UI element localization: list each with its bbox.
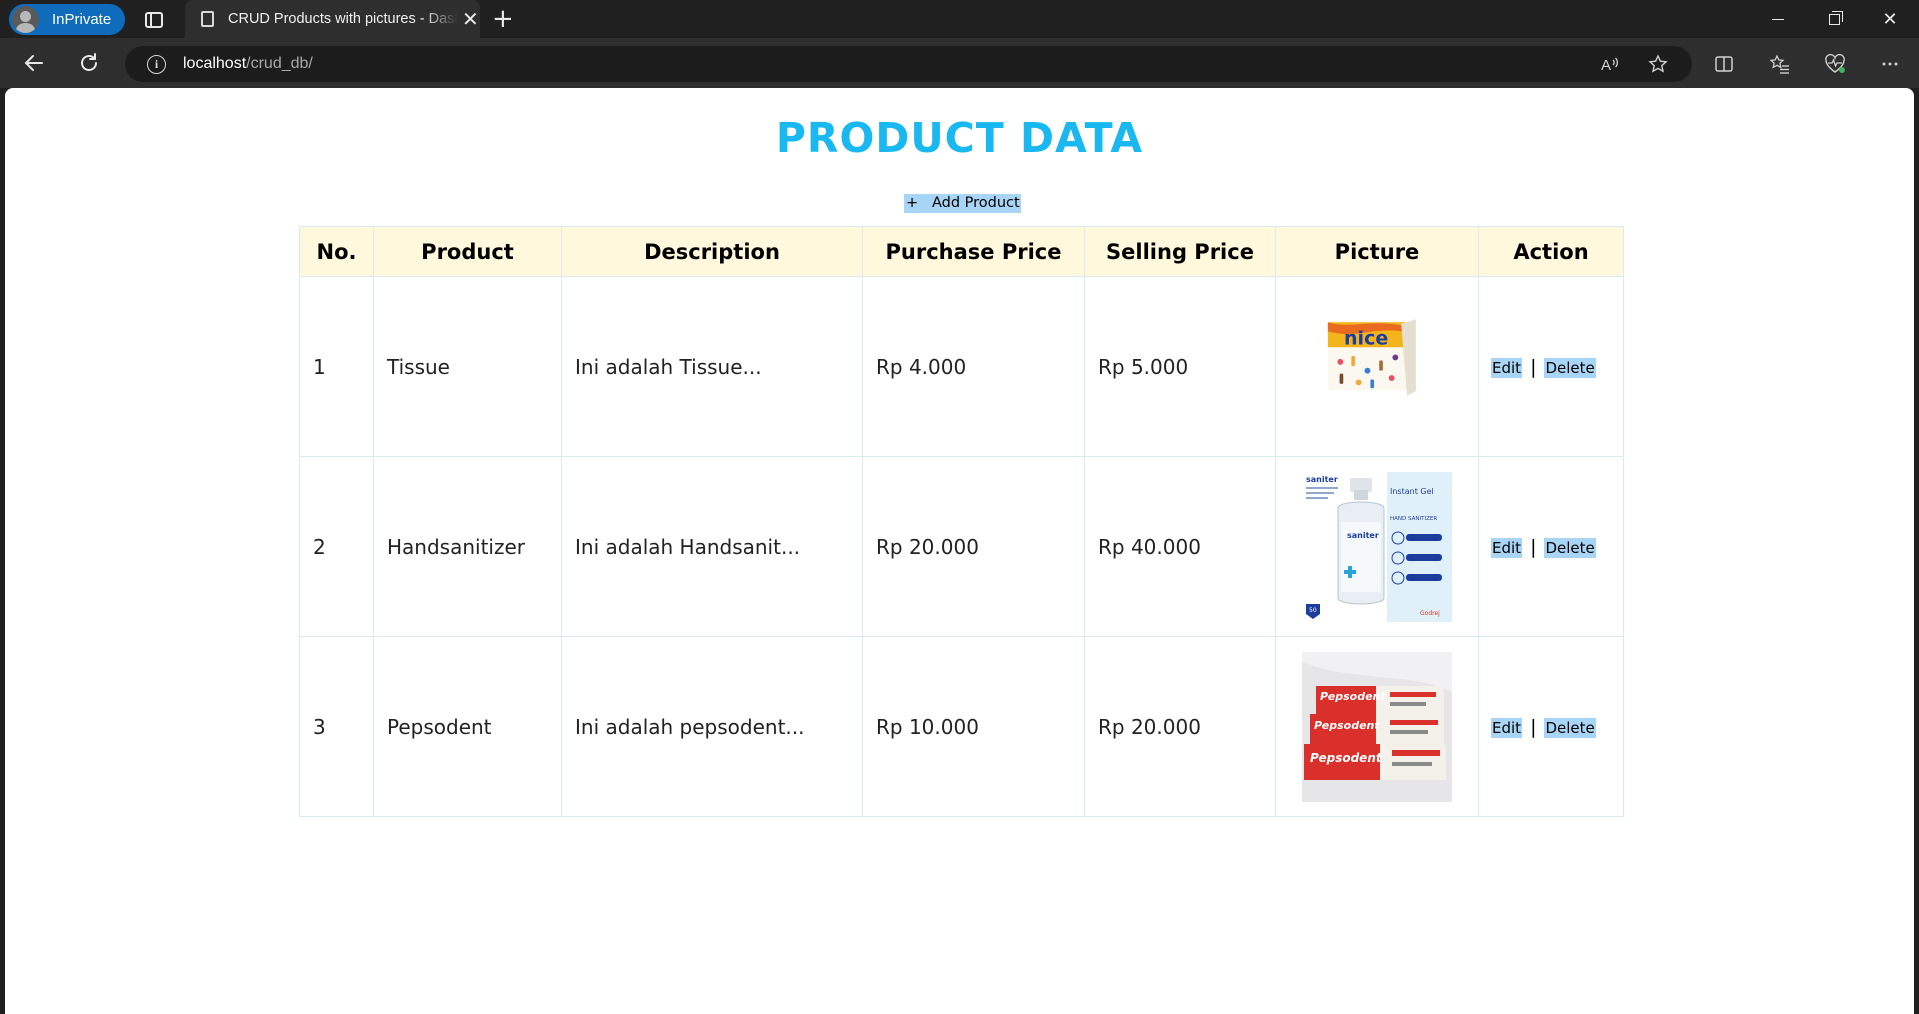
edit-link[interactable]: Edit [1491, 357, 1523, 378]
delete-link[interactable]: Delete [1544, 357, 1596, 378]
browser-tab-bar: InPrivate CRUD Products with pictures - … [0, 0, 1919, 38]
page-title: PRODUCT DATA [775, 114, 1144, 162]
new-tab-icon[interactable]: + [492, 4, 514, 34]
restore-window-icon[interactable] [1806, 0, 1862, 38]
column-header-description: Description [561, 226, 863, 277]
cell-description: Ini adalah pepsodent... [561, 636, 863, 817]
svg-text:HAND SANITIZER: HAND SANITIZER [1390, 516, 1437, 522]
delete-link[interactable]: Delete [1544, 717, 1596, 738]
cell-description: Ini adalah Handsanit... [561, 456, 863, 637]
svg-text:Pepsodent: Pepsodent [1310, 751, 1383, 765]
svg-text:A: A [1601, 57, 1611, 74]
url-host: localhost [183, 55, 247, 72]
cell-action: Edit | Delete [1478, 456, 1624, 637]
column-header-picture: Picture [1275, 226, 1479, 277]
svg-text:Godrej: Godrej [1420, 610, 1440, 617]
cell-purchase-price: Rp 4.000 [862, 276, 1085, 457]
back-arrow-icon[interactable] [21, 50, 47, 76]
table-row: 1 Tissue Ini adalah Tissue... Rp 4.000 R… [299, 276, 1624, 457]
cell-selling-price: Rp 40.000 [1084, 456, 1276, 637]
cell-no: 1 [299, 276, 374, 457]
minimize-window-icon[interactable] [1750, 0, 1806, 38]
page-viewport: PRODUCT DATA + Add Product No. Product D… [5, 88, 1914, 1014]
tab-actions-icon[interactable] [140, 6, 168, 34]
cell-selling-price: Rp 20.000 [1084, 636, 1276, 817]
cell-picture: saniter Instant Gel HAND SANITIZER sanit… [1275, 456, 1479, 637]
tissue-box-image: nice [1327, 318, 1416, 396]
table-row: 3 Pepsodent Ini adalah pepsodent... Rp 1… [299, 636, 1624, 817]
close-window-icon[interactable]: ✕ [1862, 0, 1918, 38]
svg-text:nice: nice [1344, 327, 1388, 349]
cell-action: Edit | Delete [1478, 636, 1624, 817]
cell-selling-price: Rp 5.000 [1084, 276, 1276, 457]
tab-title: CRUD Products with pictures - Dashboard [228, 11, 458, 27]
browser-toolbar: i localhost/crud_db/ A [0, 38, 1919, 88]
svg-text:50: 50 [1309, 607, 1317, 614]
cell-product: Handsanitizer [373, 456, 562, 637]
cell-action: Edit | Delete [1478, 276, 1624, 457]
column-header-selling-price: Selling Price [1084, 226, 1276, 277]
cell-no: 3 [299, 636, 374, 817]
cell-purchase-price: Rp 20.000 [862, 456, 1085, 637]
url-text[interactable]: localhost/crud_db/ [183, 55, 313, 73]
svg-text:Pepsodent: Pepsodent [1320, 690, 1386, 703]
site-info-icon[interactable]: i [147, 54, 166, 74]
page-document-icon [201, 11, 214, 27]
cell-picture: nice [1275, 276, 1479, 457]
cell-picture: Pepsodent Pepsodent Pepsodent [1275, 636, 1479, 817]
cell-description: Ini adalah Tissue... [561, 276, 863, 457]
address-bar[interactable]: i localhost/crud_db/ [125, 46, 1692, 82]
inprivate-badge[interactable]: InPrivate [9, 4, 125, 35]
svg-text:Pepsodent: Pepsodent [1314, 719, 1380, 732]
svg-text:Instant Gel: Instant Gel [1390, 487, 1434, 496]
pepsodent-toothpaste-image: Pepsodent Pepsodent Pepsodent [1302, 651, 1452, 802]
reload-icon[interactable] [76, 50, 102, 76]
url-path: /crud_db/ [246, 55, 313, 72]
action-separator: | [1530, 535, 1537, 558]
column-header-product: Product [373, 226, 562, 277]
table-row: 2 Handsanitizer Ini adalah Handsanit... … [299, 456, 1624, 637]
svg-text:saniter: saniter [1347, 531, 1379, 540]
browser-essentials-icon[interactable] [1822, 51, 1848, 77]
read-aloud-icon[interactable]: A [1597, 51, 1623, 77]
edit-link[interactable]: Edit [1491, 537, 1523, 558]
split-screen-icon[interactable] [1711, 51, 1737, 77]
favorites-list-icon[interactable] [1767, 51, 1793, 77]
column-header-action: Action [1478, 226, 1624, 277]
action-separator: | [1530, 355, 1537, 378]
table-header-row: No. Product Description Purchase Price S… [299, 226, 1624, 277]
edit-link[interactable]: Edit [1491, 717, 1523, 738]
profile-avatar-icon [12, 6, 39, 33]
action-separator: | [1530, 715, 1537, 738]
delete-link[interactable]: Delete [1544, 537, 1596, 558]
cell-product: Tissue [373, 276, 562, 457]
tab-close-icon[interactable]: ✕ [462, 7, 479, 31]
favorite-star-icon[interactable] [1645, 51, 1671, 77]
hand-sanitizer-image: saniter Instant Gel HAND SANITIZER sanit… [1302, 471, 1452, 622]
cell-purchase-price: Rp 10.000 [862, 636, 1085, 817]
column-header-no: No. [299, 226, 374, 277]
cell-product: Pepsodent [373, 636, 562, 817]
svg-text:saniter: saniter [1306, 475, 1338, 484]
column-header-purchase-price: Purchase Price [862, 226, 1085, 277]
products-table: No. Product Description Purchase Price S… [299, 226, 1624, 817]
active-tab[interactable]: CRUD Products with pictures - Dashboard … [185, 0, 480, 38]
more-options-icon[interactable] [1877, 51, 1903, 77]
inprivate-label: InPrivate [52, 11, 112, 28]
add-product-button[interactable]: + Add Product [904, 194, 1021, 213]
cell-no: 2 [299, 456, 374, 637]
